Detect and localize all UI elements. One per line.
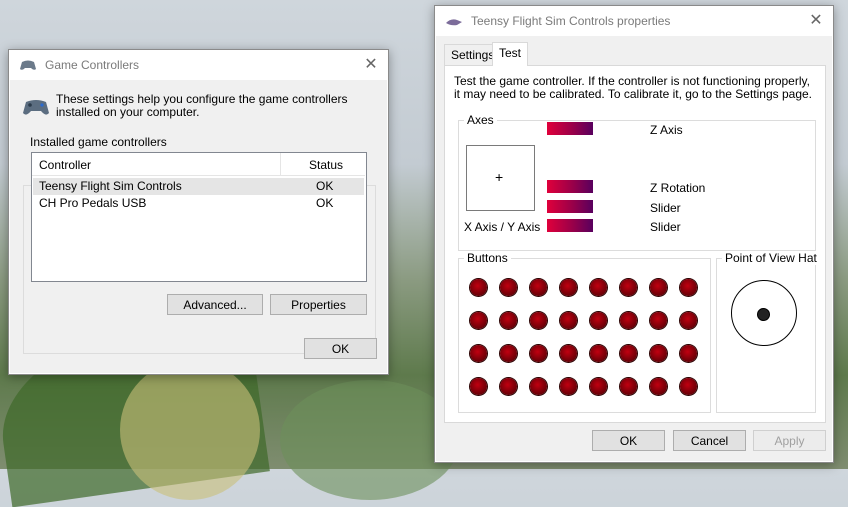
slider-bar (547, 200, 593, 213)
slider-bar (547, 219, 593, 232)
z-rotation-label: Z Rotation (650, 181, 706, 195)
gamepad-icon (23, 100, 49, 115)
ok-button[interactable]: OK (304, 338, 377, 359)
joystick-icon (446, 19, 462, 26)
joystick-button-indicator (680, 378, 697, 395)
joystick-button-indicator (620, 312, 637, 329)
properties-client: Settings Test Test the game controller. … (436, 36, 832, 461)
table-row[interactable]: CH Pro Pedals USB OK (33, 195, 364, 212)
joystick-button-indicator (560, 279, 577, 296)
joystick-button-indicator (530, 378, 547, 395)
table-row[interactable]: Teensy Flight Sim Controls OK (33, 178, 364, 195)
column-header-status[interactable]: Status (309, 158, 343, 172)
joystick-button-indicator (500, 345, 517, 362)
list-header: Controller Status (32, 153, 365, 176)
joystick-button-indicator (500, 312, 517, 329)
tab-test[interactable]: Test (492, 42, 529, 66)
joystick-button-indicator (590, 378, 607, 395)
close-icon[interactable]: ✕ (360, 54, 382, 76)
joystick-button-indicator (500, 378, 517, 395)
pov-label: Point of View Hat (722, 251, 820, 265)
controller-properties-window: Teensy Flight Sim Controls properties ✕ … (434, 5, 834, 463)
joystick-button-indicator (470, 378, 487, 395)
cancel-button[interactable]: Cancel (673, 430, 746, 451)
joystick-button-indicator (680, 279, 697, 296)
gamepad-icon (20, 60, 36, 70)
column-divider[interactable] (280, 153, 281, 175)
z-axis-bar (547, 122, 593, 135)
window-title: Teensy Flight Sim Controls properties (471, 14, 671, 28)
game-controllers-client: These settings help you configure the ga… (10, 80, 387, 373)
joystick-button-indicator (620, 378, 637, 395)
controller-status: OK (316, 196, 334, 210)
joystick-button-indicator (530, 279, 547, 296)
slider-label: Slider (650, 220, 681, 234)
z-axis-label: Z Axis (650, 123, 683, 137)
joystick-button-indicator (650, 279, 667, 296)
joystick-button-indicator (620, 345, 637, 362)
buttons-group (458, 258, 711, 413)
slider-label: Slider (650, 201, 681, 215)
ok-button[interactable]: OK (592, 430, 665, 451)
properties-titlebar[interactable]: Teensy Flight Sim Controls properties ✕ (435, 6, 833, 36)
controller-name: CH Pro Pedals USB (39, 196, 147, 210)
controller-name: Teensy Flight Sim Controls (39, 179, 182, 193)
controller-status: OK (316, 179, 334, 193)
axes-label: Axes (464, 113, 497, 127)
close-icon[interactable]: ✕ (805, 10, 827, 32)
joystick-button-indicator (470, 312, 487, 329)
group-label: Installed game controllers (27, 135, 170, 149)
buttons-label: Buttons (464, 251, 511, 265)
pov-hat-indicator (757, 308, 770, 321)
xy-axis-label: X Axis / Y Axis (464, 220, 541, 234)
properties-button[interactable]: Properties (270, 294, 367, 315)
joystick-button-indicator (590, 312, 607, 329)
joystick-button-indicator (530, 312, 547, 329)
joystick-button-indicator (620, 279, 637, 296)
joystick-button-indicator (560, 312, 577, 329)
joystick-button-indicator (590, 345, 607, 362)
apply-button[interactable]: Apply (753, 430, 826, 451)
info-text: These settings help you configure the ga… (56, 92, 348, 119)
desktop-background-leaf (280, 380, 460, 500)
joystick-button-indicator (650, 312, 667, 329)
desktop-background-flower (120, 360, 260, 500)
joystick-button-indicator (590, 279, 607, 296)
joystick-button-indicator (680, 312, 697, 329)
joystick-button-indicator (560, 345, 577, 362)
game-controllers-titlebar[interactable]: Game Controllers ✕ (9, 50, 388, 80)
joystick-button-indicator (680, 345, 697, 362)
joystick-button-indicator (470, 279, 487, 296)
window-title: Game Controllers (45, 58, 140, 72)
joystick-button-indicator (650, 378, 667, 395)
controller-list[interactable]: Controller Status Teensy Flight Sim Cont… (31, 152, 367, 282)
test-description: Test the game controller. If the control… (454, 74, 813, 101)
advanced-button[interactable]: Advanced... (167, 294, 263, 315)
z-rotation-bar (547, 180, 593, 193)
joystick-button-indicator (470, 345, 487, 362)
xy-axis-box: + (466, 145, 535, 211)
joystick-button-indicator (530, 345, 547, 362)
crosshair-icon: + (495, 169, 504, 185)
joystick-button-indicator (500, 279, 517, 296)
game-controllers-window: Game Controllers ✕ These settings help y… (8, 49, 389, 375)
joystick-button-indicator (560, 378, 577, 395)
joystick-button-indicator (650, 345, 667, 362)
column-header-controller[interactable]: Controller (39, 158, 91, 172)
